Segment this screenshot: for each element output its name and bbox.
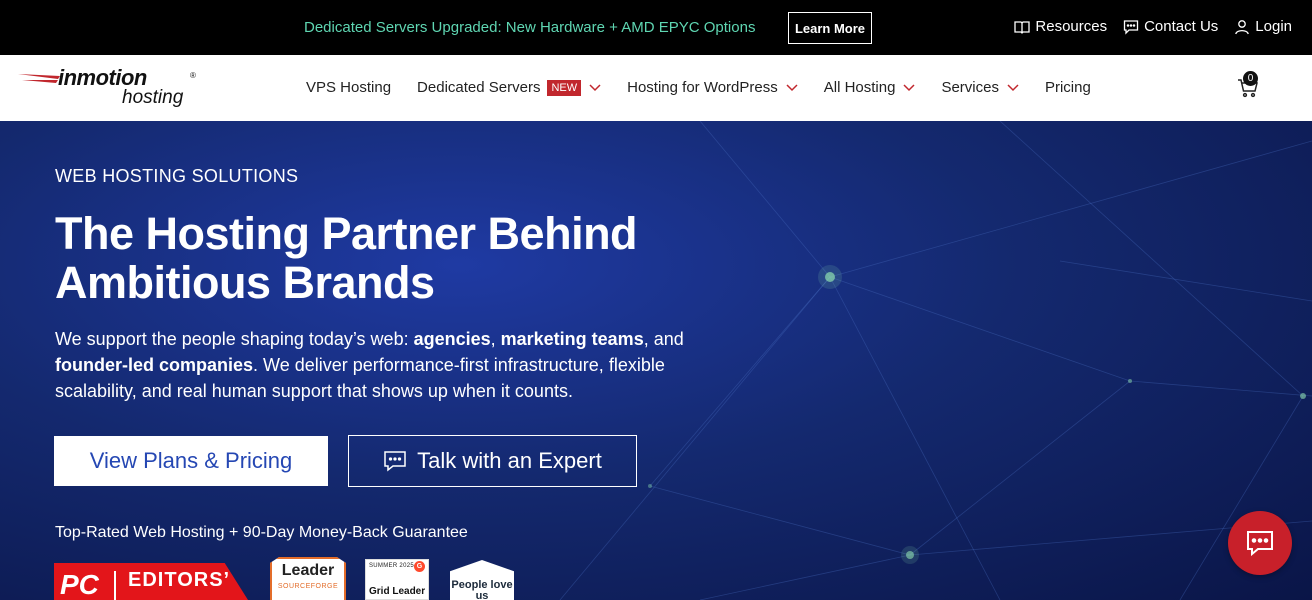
chat-bubble-icon: [1247, 531, 1273, 557]
nav-vps-hosting[interactable]: VPS Hosting: [306, 79, 391, 96]
people-badge-title: People love us: [451, 579, 513, 600]
new-badge: NEW: [547, 79, 582, 96]
lede-text: We support the people shaping today’s we…: [55, 329, 414, 349]
live-chat-button[interactable]: [1228, 511, 1292, 575]
inmotion-logo[interactable]: inmotion hosting ®: [18, 65, 208, 113]
nav-hosting-for-wordpress[interactable]: Hosting for WordPress: [627, 79, 798, 96]
badge-divider: [114, 571, 116, 600]
contact-us-label: Contact Us: [1144, 18, 1219, 35]
chat-bubble-icon: [384, 451, 406, 472]
chevron-down-icon: [589, 83, 601, 91]
announcement-text[interactable]: Dedicated Servers Upgraded: New Hardware…: [304, 19, 755, 36]
lede-emphasis: marketing teams: [500, 329, 644, 349]
nav-pricing[interactable]: Pricing: [1045, 79, 1091, 96]
g2-grid-leader-badge: SUMMER 2025 G Grid Leader: [365, 559, 429, 600]
hero-description: We support the people shaping today’s we…: [55, 326, 735, 404]
g2-badge-season: SUMMER 2025: [369, 563, 414, 569]
main-navbar: inmotion hosting ® VPS Hosting Dedicated…: [0, 55, 1312, 121]
sourceforge-badge-sub: SOURCEFORGE: [277, 583, 339, 590]
hero-section: WEB HOSTING SOLUTIONS The Hosting Partne…: [0, 121, 1312, 600]
pcmag-editors-choice-badge: PC EDITORS’: [54, 563, 248, 600]
hero-eyebrow: WEB HOSTING SOLUTIONS: [55, 166, 299, 186]
nav-label: VPS Hosting: [306, 79, 392, 96]
announcement-bar: Dedicated Servers Upgraded: New Hardware…: [0, 0, 1312, 55]
book-icon: [1014, 20, 1031, 34]
g2-badge-title: Grid Leader: [369, 586, 426, 597]
nav-all-hosting[interactable]: All Hosting: [824, 79, 916, 96]
nav-label: Services: [941, 79, 999, 96]
cart-count-badge: 0: [1243, 71, 1258, 86]
chevron-down-icon: [786, 83, 798, 91]
chevron-down-icon: [1007, 83, 1019, 91]
lede-emphasis: agencies: [413, 329, 491, 349]
login-link[interactable]: Login: [1234, 18, 1292, 35]
contact-us-link[interactable]: Contact Us: [1123, 18, 1218, 35]
utility-links: Resources Contact Us Login: [1014, 18, 1292, 35]
lede-text: , and: [643, 329, 684, 349]
logo-registered-mark: ®: [190, 71, 196, 80]
user-icon: [1235, 19, 1250, 34]
sourceforge-leader-badge: Leader SOURCEFORGE: [270, 557, 346, 600]
talk-with-expert-label: Talk with an Expert: [417, 448, 602, 473]
login-label: Login: [1255, 18, 1292, 35]
pcmag-logo: PC: [60, 569, 99, 600]
guarantee-text: Top-Rated Web Hosting + 90-Day Money-Bac…: [55, 524, 468, 541]
view-plans-pricing-button[interactable]: View Plans & Pricing: [54, 436, 328, 486]
talk-with-expert-button[interactable]: Talk with an Expert: [348, 435, 637, 487]
resources-label: Resources: [1035, 18, 1108, 35]
lede-text: ,: [490, 329, 501, 349]
learn-more-button[interactable]: Learn More: [788, 12, 872, 44]
nav-label: All Hosting: [823, 79, 896, 96]
primary-nav: VPS Hosting Dedicated Servers NEW Hostin…: [306, 79, 1091, 96]
nav-label: Hosting for WordPress: [627, 79, 778, 96]
nav-label: Dedicated Servers: [417, 79, 541, 96]
nav-dedicated-servers[interactable]: Dedicated Servers NEW: [417, 79, 601, 96]
nav-label: Pricing: [1044, 79, 1091, 96]
g2-logo-icon: G: [414, 561, 425, 572]
chevron-down-icon: [903, 83, 915, 91]
logo-subtext: hosting: [122, 87, 184, 108]
chat-bubble-icon: [1123, 19, 1139, 35]
hero-headline: The Hosting Partner Behind Ambitious Bra…: [55, 208, 638, 308]
sourceforge-badge-title: Leader: [281, 562, 335, 579]
resources-link[interactable]: Resources: [1014, 18, 1107, 35]
lede-emphasis: founder-led companies: [55, 355, 254, 375]
nav-services[interactable]: Services: [941, 79, 1019, 96]
pcmag-badge-text: EDITORS’: [128, 569, 231, 591]
